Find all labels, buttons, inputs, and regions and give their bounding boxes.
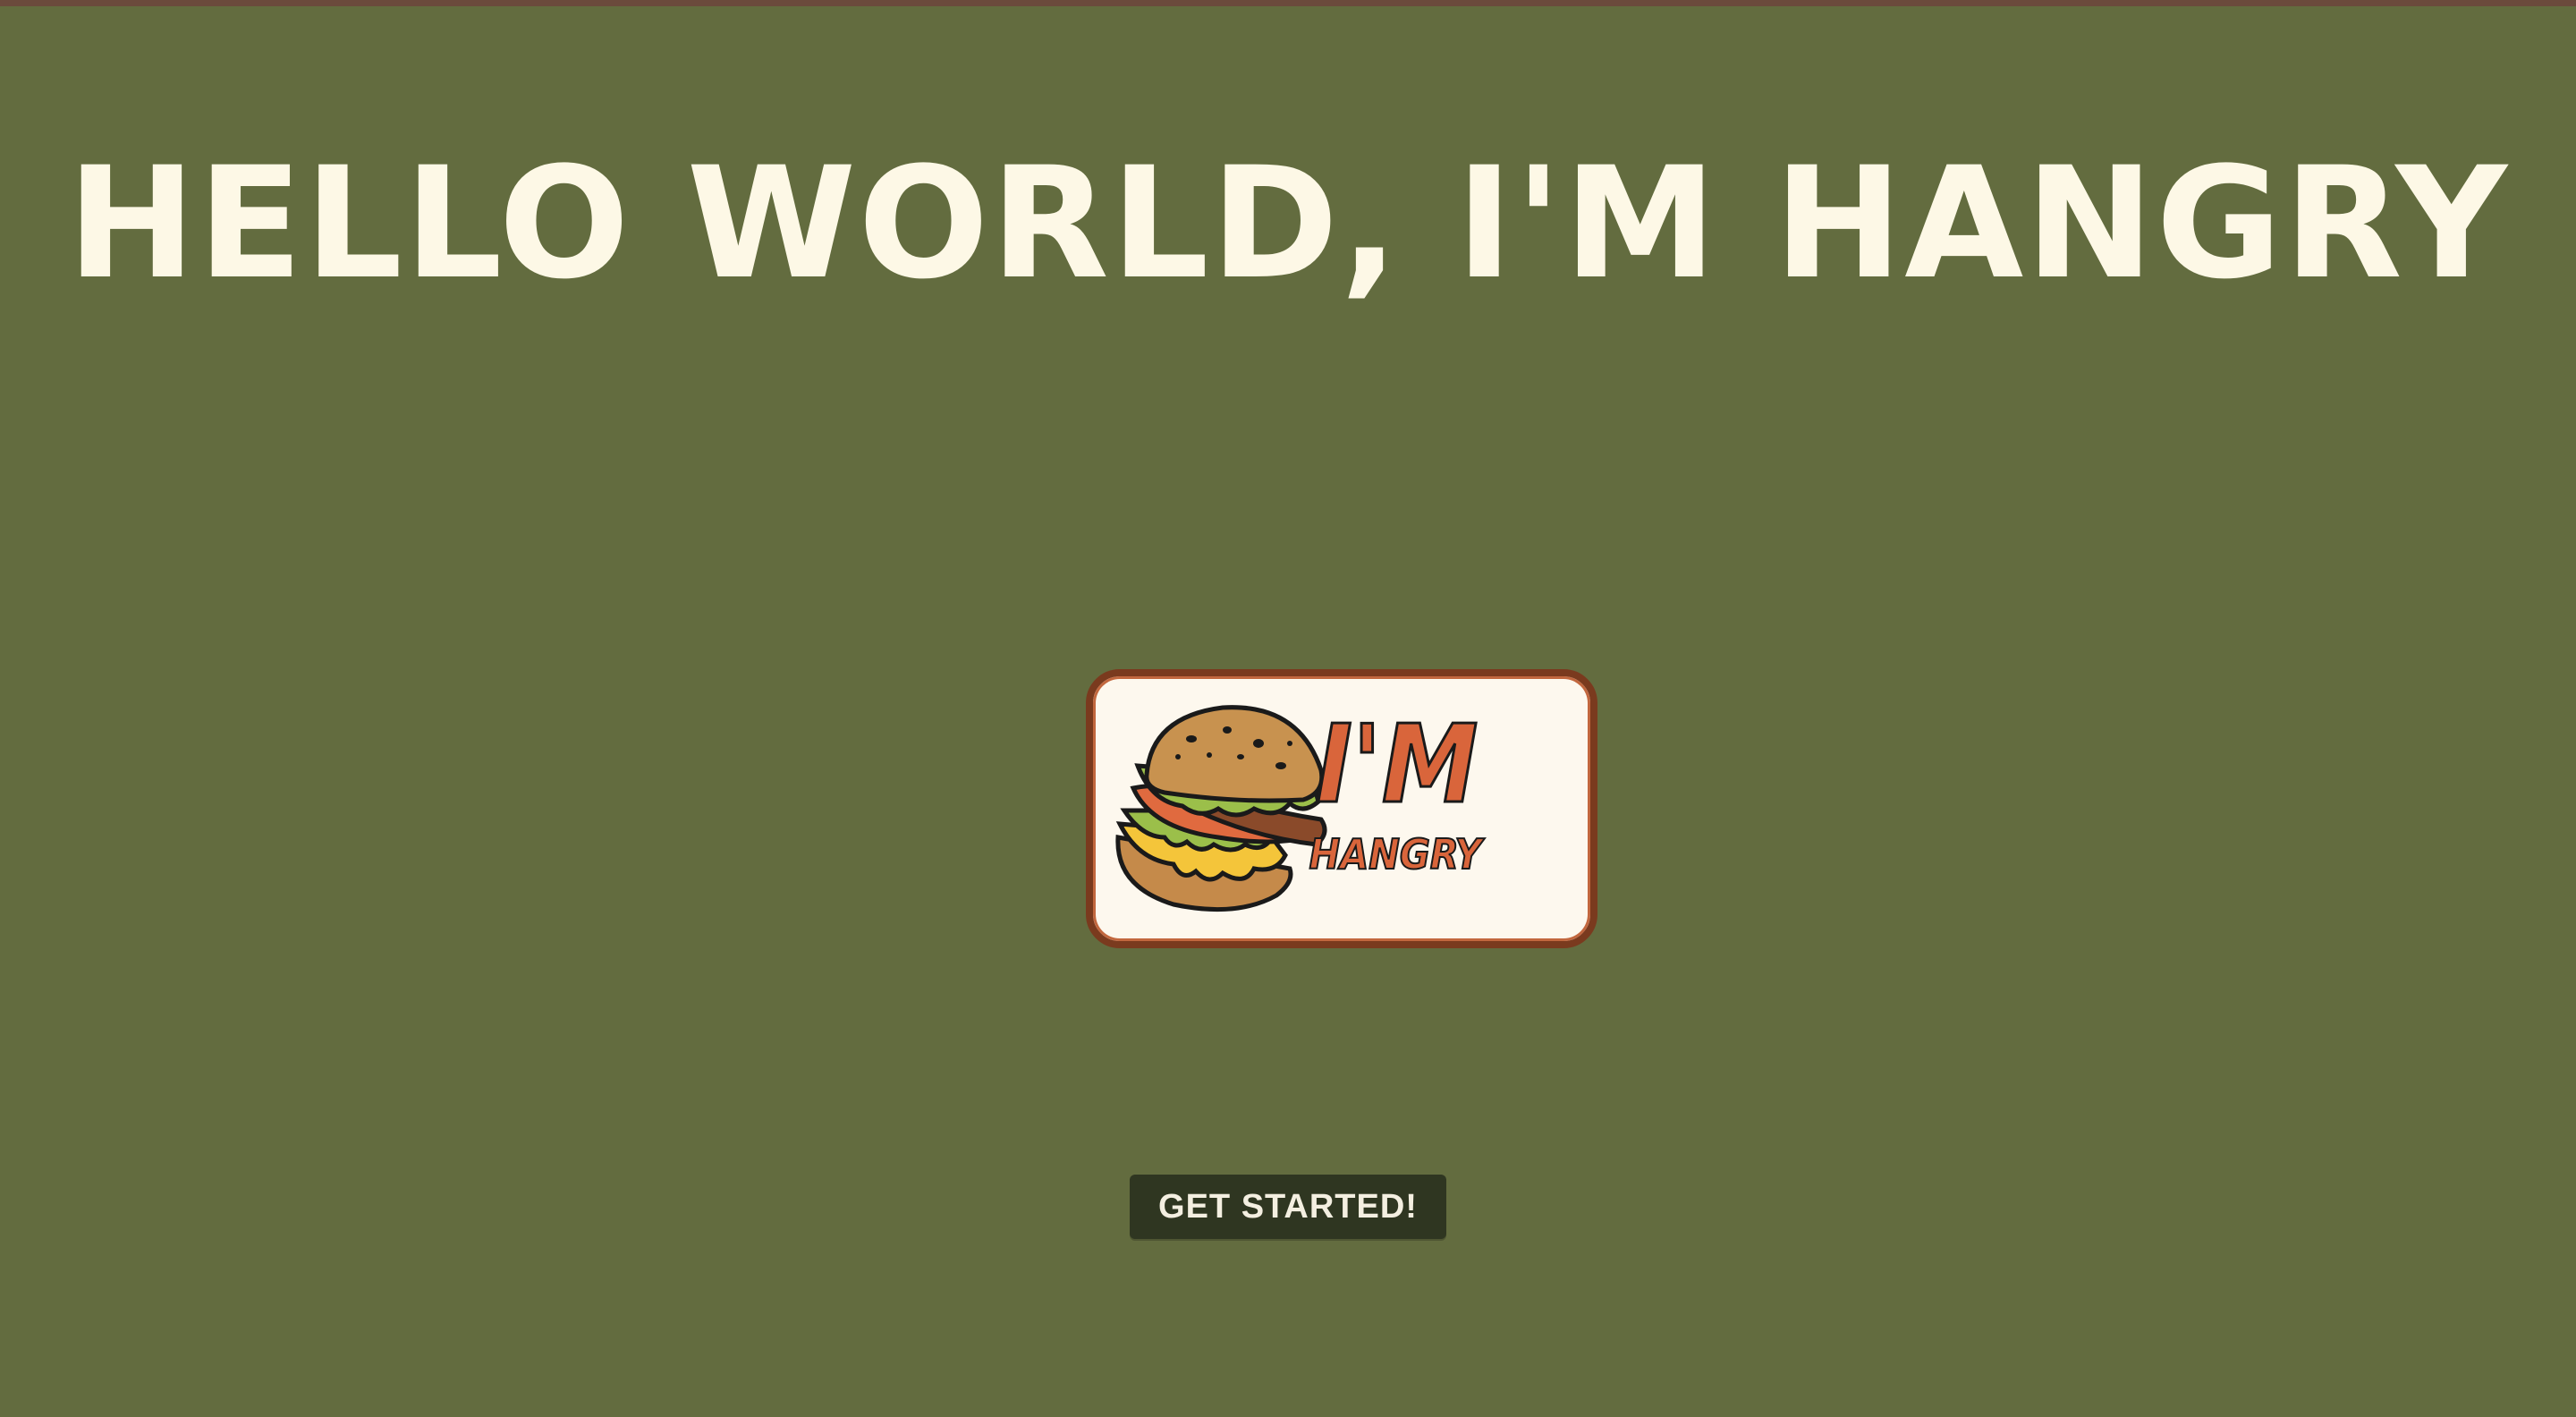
logo-text-hangry: HANGRY [1309, 830, 1486, 878]
logo-text-im: I'M [1317, 703, 1479, 827]
page-title-text: HELLO WORLD, I'M HANGRY [66, 133, 2510, 313]
get-started-button[interactable]: GET STARTED! [1130, 1175, 1446, 1239]
page-title: HELLO WORLD, I'M HANGRY [0, 134, 2576, 313]
burger-icon [1115, 705, 1327, 912]
logo-art: I'M HANGRY [1115, 702, 1486, 912]
top-border-strip [0, 0, 2576, 6]
hangry-logo: I'M HANGRY [1086, 669, 1597, 948]
